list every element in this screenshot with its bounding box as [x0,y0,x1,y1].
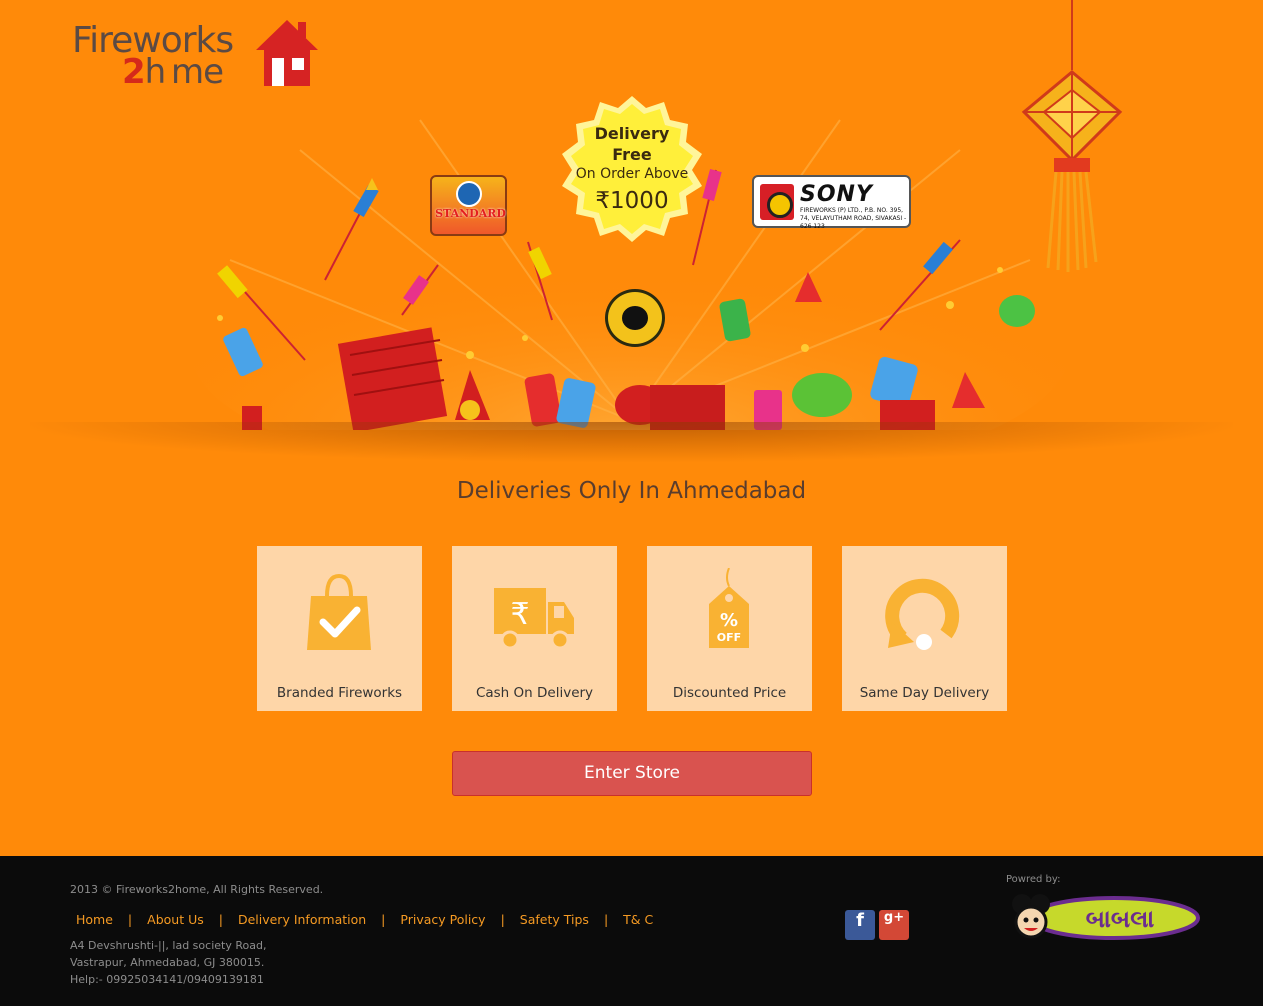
lantern-icon [1021,0,1123,272]
footer-link-privacy-policy[interactable]: Privacy Policy [400,912,485,927]
link-separator: | [500,912,505,927]
rupee-truck-icon: ₹ [494,588,574,650]
link-separator: | [218,912,223,927]
badge-line-free: Free [612,145,652,164]
badge-amount: ₹1000 [595,188,669,214]
google-plus-button[interactable]: g+ [879,910,909,940]
feature-label: Discounted Price [672,685,787,701]
address-block: A4 Devshrushti-||, lad society Road, Vas… [70,937,266,988]
badge-line-order-above: On Order Above [575,166,689,182]
footer-link-safety-tips[interactable]: Safety Tips [520,912,589,927]
babla-logo-text: બાબલા [1086,905,1155,933]
footer-link-terms[interactable]: T& C [623,912,653,927]
link-separator: | [381,912,386,927]
refresh-circle-icon [885,578,960,650]
brand-logo-sony: SONY FIREWORKS (P) LTD., P.B. NO. 395, 7… [752,175,911,230]
facebook-icon: f [856,910,864,931]
banner-shadow [30,422,1233,462]
site-logo[interactable]: Fireworks 2h me [70,2,320,94]
link-separator: | [127,912,133,927]
footer-link-about-us[interactable]: About Us [147,912,204,927]
footer-links: Home | About Us | Delivery Information | Priva… [70,912,653,927]
percent-off-tag-icon: % OFF [709,568,749,648]
footer-link-delivery-information[interactable]: Delivery Information [238,912,366,927]
facebook-button[interactable]: f [845,910,875,940]
house-icon [256,20,318,86]
feature-card-cod: ₹ Cash On Delivery [452,546,617,711]
copyright-text: 2013 © Fireworks2home, All Rights Reserv… [70,883,324,896]
footer-link-home[interactable]: Home [76,912,113,927]
brand-logo-coronation [605,289,665,347]
enter-store-button[interactable]: Enter Store [452,751,812,796]
free-delivery-badge: Delivery Free On Order Above ₹1000 [556,94,708,244]
link-separator: | [603,912,609,927]
svg-text:%: % [720,610,738,631]
badge-line-delivery: Delivery [594,124,670,143]
svg-text:₹: ₹ [510,597,529,632]
brand-logo-standard: STANDARD [430,175,507,236]
babla-logo[interactable]: બાબલા [1004,892,1200,944]
feature-card-same-day: Same Day Delivery [842,546,1007,711]
feature-card-discount: % OFF Discounted Price [647,546,812,711]
logo-text-2home: 2h me [122,52,224,92]
shopping-bag-check-icon [307,573,371,650]
feature-label: Same Day Delivery [859,685,990,701]
delivery-area-headline: Deliveries Only In Ahmedabad [456,478,807,504]
feature-label: Cash On Delivery [475,685,594,701]
google-plus-icon: g+ [883,910,905,925]
helpline-text: Help:- 09925034141/09409139181 [70,973,264,986]
svg-text:OFF: OFF [717,631,741,644]
feature-label: Branded Fireworks [276,685,403,701]
address-line: A4 Devshrushti-||, lad society Road, [70,939,267,952]
powered-by-label: Powred by: [1006,874,1061,885]
site-footer: 2013 © Fireworks2home, All Rights Reserv… [0,856,1263,1006]
feature-card-branded: Branded Fireworks [257,546,422,711]
address-line: Vastrapur, Ahmedabad, GJ 380015. [70,956,265,969]
